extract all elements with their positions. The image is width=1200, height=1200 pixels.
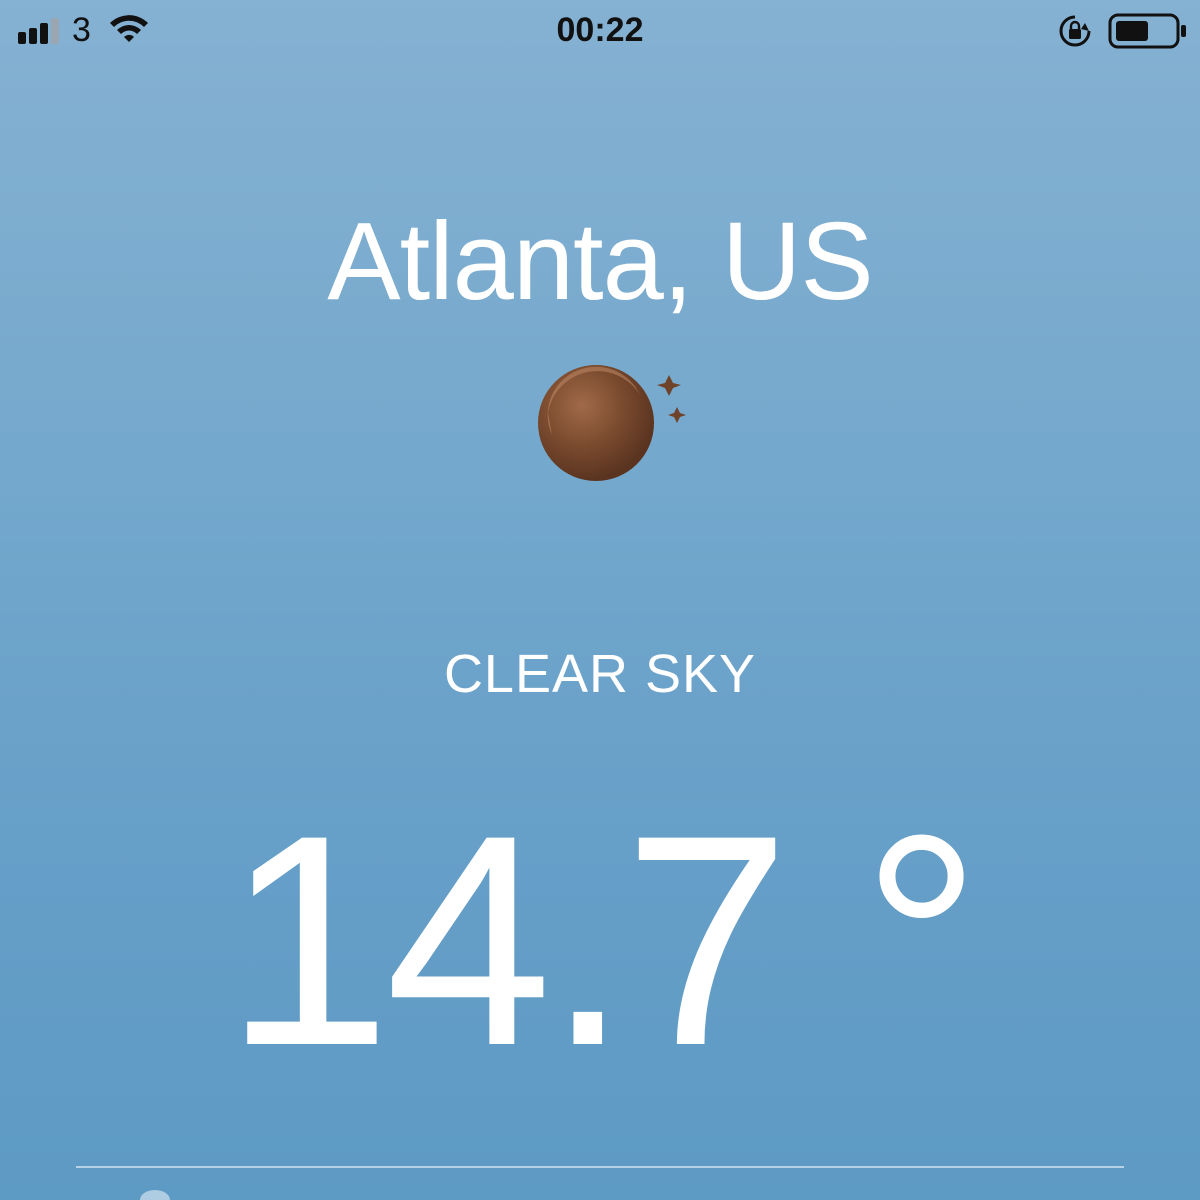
city-name: Atlanta, US — [327, 199, 873, 323]
status-bar: 3 00:22 — [0, 0, 1200, 64]
battery-icon — [1108, 13, 1186, 49]
status-time: 00:22 — [556, 11, 644, 49]
weather-condition: CLEAR SKY — [443, 644, 757, 704]
rotation-lock-icon — [1059, 15, 1091, 47]
divider — [76, 1166, 1124, 1168]
moon-icon — [538, 365, 686, 481]
temperature-value: 14.7 ° — [224, 772, 981, 1108]
weather-screen: 3 00:22 Atlanta, US CLEAR SKY 14.7 ° — [0, 0, 1200, 1200]
details-indicator-icon — [140, 1190, 170, 1200]
